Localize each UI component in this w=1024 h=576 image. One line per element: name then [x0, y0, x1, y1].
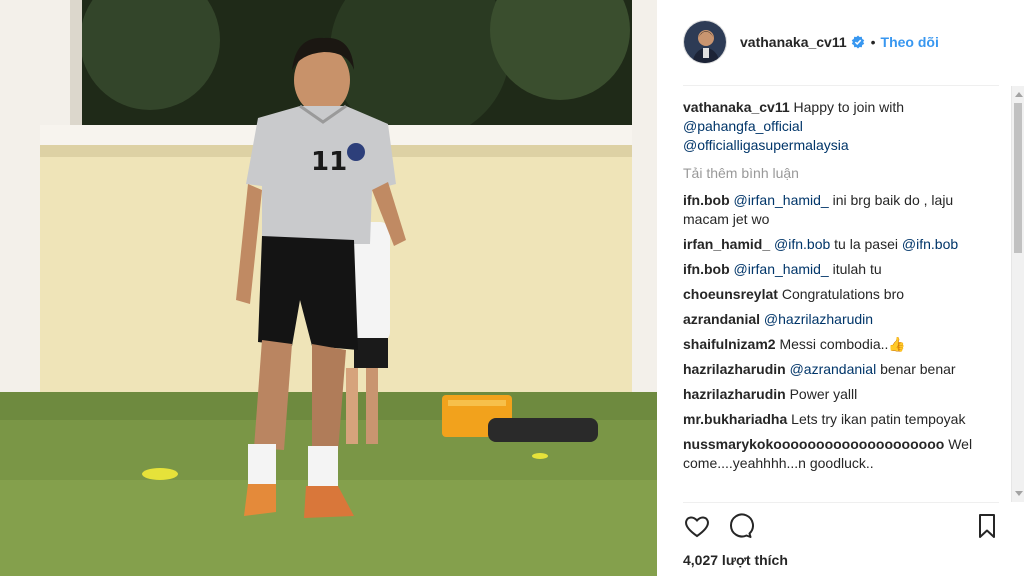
comments-list[interactable]: vathanaka_cv11 Happy to join with @pahan… [683, 98, 999, 502]
comment-username[interactable]: azrandanial [683, 311, 760, 327]
header-divider [683, 85, 999, 86]
post-caption: vathanaka_cv11 Happy to join with @pahan… [683, 98, 999, 155]
photo-illustration: 11 [0, 0, 657, 576]
caption-text: Happy to join with [793, 99, 905, 115]
comment-text: Messi combodia..👍 [779, 336, 906, 352]
heart-icon[interactable] [683, 512, 711, 540]
comment-mention[interactable]: @azrandanial [790, 361, 877, 377]
comment-text: Congratulations bro [781, 286, 905, 302]
follow-button[interactable]: Theo dõi [881, 34, 939, 50]
comment-item: ifn.bob @irfan_hamid_ itulah tu [683, 260, 999, 279]
comment-text: benar benar [876, 361, 956, 377]
comment-username[interactable]: choeunsreylat [683, 286, 778, 302]
comment-username[interactable]: ifn.bob [683, 192, 730, 208]
comment-username[interactable]: ifn.bob [683, 261, 730, 277]
action-bar [683, 512, 999, 542]
comment-username[interactable]: mr.bukhariadha [683, 411, 787, 427]
comment-item: hazrilazharudin Power yalll [683, 385, 999, 404]
comment-text: itulah tu [828, 261, 882, 277]
comment-mention[interactable]: @irfan_hamid_ [734, 192, 829, 208]
comment-item: azrandanial @hazrilazharudin [683, 310, 999, 329]
comment-username[interactable]: nussmarykokoooooooooooooooooooo [683, 436, 944, 452]
comment-text: Lets try ikan patin tempoyak [791, 411, 966, 427]
caption-mention[interactable]: @officialligasupermalaysia [683, 137, 849, 153]
comments-scrollbar[interactable] [1011, 86, 1024, 502]
comment-text: tu la pasei [830, 236, 902, 252]
post-photo[interactable]: 11 [0, 0, 657, 576]
comment-item: ifn.bob @irfan_hamid_ ini brg baik do , … [683, 191, 999, 229]
comment-item: shaifulnizam2 Messi combodia..👍 [683, 335, 999, 354]
post-header: vathanaka_cv11 • Theo dõi [683, 20, 999, 64]
comment-mention[interactable]: @irfan_hamid_ [734, 261, 829, 277]
post-sidebar: vathanaka_cv11 • Theo dõi vathanaka_cv11… [657, 0, 1024, 576]
actions-divider [683, 502, 999, 503]
separator-dot: • [870, 34, 876, 50]
scrollbar-thumb[interactable] [1014, 103, 1022, 253]
verified-badge-icon [851, 35, 865, 49]
comment-text: Power yalll [789, 386, 858, 402]
caption-mention[interactable]: @pahangfa_official [683, 118, 803, 134]
avatar-image [684, 21, 726, 63]
comment-item: nussmarykokoooooooooooooooooooo Wel come… [683, 435, 999, 473]
comment-username[interactable]: hazrilazharudin [683, 361, 786, 377]
load-more-comments-button[interactable]: Tải thêm bình luận [683, 164, 999, 182]
comment-mention[interactable]: @ifn.bob [774, 236, 830, 252]
post-author-username[interactable]: vathanaka_cv11 [740, 34, 847, 50]
comment-mention[interactable]: @hazrilazharudin [764, 311, 873, 327]
caption-username[interactable]: vathanaka_cv11 [683, 99, 790, 115]
bookmark-icon[interactable] [973, 512, 1001, 540]
comment-mention[interactable]: @ifn.bob [902, 236, 958, 252]
scroll-down-arrow-icon[interactable] [1015, 491, 1023, 496]
comment-username[interactable]: shaifulnizam2 [683, 336, 776, 352]
comment-username[interactable]: hazrilazharudin [683, 386, 786, 402]
comment-item: hazrilazharudin @azrandanial benar benar [683, 360, 999, 379]
comment-item: mr.bukhariadha Lets try ikan patin tempo… [683, 410, 999, 429]
comment-item: choeunsreylat Congratulations bro [683, 285, 999, 304]
jersey-number: 11 [311, 147, 347, 177]
avatar[interactable] [683, 20, 727, 64]
likes-count[interactable]: 4,027 lượt thích [683, 552, 788, 568]
comment-bubble-icon[interactable] [726, 512, 754, 540]
scroll-up-arrow-icon[interactable] [1015, 92, 1023, 97]
comment-username[interactable]: irfan_hamid_ [683, 236, 770, 252]
comment-item: irfan_hamid_ @ifn.bob tu la pasei @ifn.b… [683, 235, 999, 254]
